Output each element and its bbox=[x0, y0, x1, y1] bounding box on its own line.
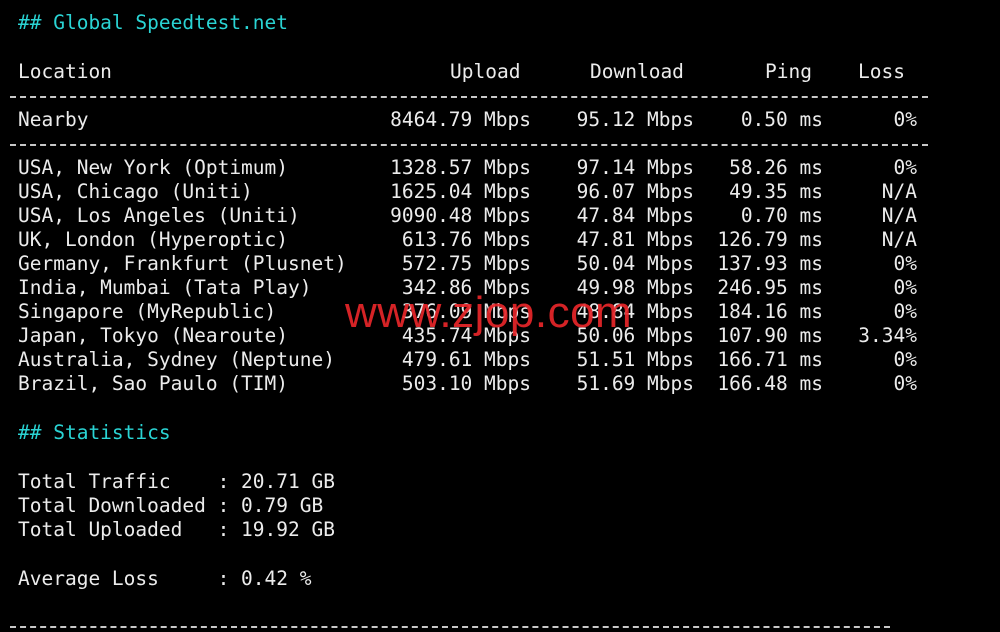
row-loss: 0% bbox=[893, 300, 917, 323]
row-upload: 9090.48 Mbps bbox=[390, 204, 531, 227]
row-location: USA, New York (Optimum) bbox=[18, 156, 289, 179]
row-ping: 107.90 ms bbox=[717, 324, 823, 347]
row-upload: 1625.04 Mbps bbox=[390, 180, 531, 203]
row-location: Japan, Tokyo (Nearoute) bbox=[18, 324, 289, 347]
row-download: 95.12 Mbps bbox=[576, 108, 694, 131]
stat-total-uploaded: Total Uploaded : 19.92 GB bbox=[18, 518, 335, 541]
row-download: 47.81 Mbps bbox=[576, 228, 694, 251]
row-location: Brazil, Sao Paulo (TIM) bbox=[18, 372, 289, 395]
row-download: 97.14 Mbps bbox=[576, 156, 694, 179]
separator-line bbox=[10, 144, 928, 148]
row-location: USA, Los Angeles (Uniti) bbox=[18, 204, 300, 227]
row-loss: 0% bbox=[893, 108, 917, 131]
statistics-heading: ## Statistics bbox=[18, 421, 171, 444]
row-loss: 0% bbox=[893, 276, 917, 299]
row-download: 96.07 Mbps bbox=[576, 180, 694, 203]
row-ping: 0.70 ms bbox=[740, 204, 823, 227]
stat-total-traffic: Total Traffic : 20.71 GB bbox=[18, 470, 335, 493]
row-location: Australia, Sydney (Neptune) bbox=[18, 348, 335, 371]
row-upload: 613.76 Mbps bbox=[401, 228, 531, 251]
row-upload: 572.75 Mbps bbox=[401, 252, 531, 275]
row-ping: 166.48 ms bbox=[717, 372, 823, 395]
stat-average-loss: Average Loss : 0.42 % bbox=[18, 567, 312, 590]
row-loss: N/A bbox=[881, 228, 917, 251]
terminal-window[interactable]: ## Global Speedtest.net Location Upload … bbox=[0, 0, 1000, 632]
row-ping: 0.50 ms bbox=[740, 108, 823, 131]
row-location: USA, Chicago (Uniti) bbox=[18, 180, 253, 203]
row-location: Germany, Frankfurt (Plusnet) bbox=[18, 252, 347, 275]
row-location: Nearby bbox=[18, 108, 89, 131]
row-ping: 184.16 ms bbox=[717, 300, 823, 323]
speedtest-heading: ## Global Speedtest.net bbox=[18, 11, 289, 34]
column-download: Download bbox=[590, 60, 684, 83]
row-ping: 126.79 ms bbox=[717, 228, 823, 251]
column-upload: Upload bbox=[450, 60, 521, 83]
row-ping: 246.95 ms bbox=[717, 276, 823, 299]
row-loss: N/A bbox=[881, 180, 917, 203]
stat-total-downloaded: Total Downloaded : 0.79 GB bbox=[18, 494, 324, 517]
column-location: Location bbox=[18, 60, 112, 83]
row-ping: 137.93 ms bbox=[717, 252, 823, 275]
row-location: UK, London (Hyperoptic) bbox=[18, 228, 289, 251]
row-download: 51.69 Mbps bbox=[576, 372, 694, 395]
separator-line bbox=[10, 96, 928, 100]
row-upload: 1328.57 Mbps bbox=[390, 156, 531, 179]
row-location: Singapore (MyRepublic) bbox=[18, 300, 277, 323]
row-upload: 503.10 Mbps bbox=[401, 372, 531, 395]
row-ping: 166.71 ms bbox=[717, 348, 823, 371]
row-ping: 49.35 ms bbox=[729, 180, 823, 203]
separator-line bbox=[10, 626, 890, 630]
row-download: 51.51 Mbps bbox=[576, 348, 694, 371]
row-upload: 8464.79 Mbps bbox=[390, 108, 531, 131]
row-loss: 0% bbox=[893, 372, 917, 395]
row-loss: 3.34% bbox=[858, 324, 917, 347]
watermark-text: www.zjop.com bbox=[345, 288, 633, 337]
row-download: 50.04 Mbps bbox=[576, 252, 694, 275]
row-loss: N/A bbox=[881, 204, 917, 227]
row-ping: 58.26 ms bbox=[729, 156, 823, 179]
row-upload: 479.61 Mbps bbox=[401, 348, 531, 371]
row-download: 47.84 Mbps bbox=[576, 204, 694, 227]
row-loss: 0% bbox=[893, 252, 917, 275]
column-loss: Loss bbox=[858, 60, 905, 83]
row-loss: 0% bbox=[893, 348, 917, 371]
column-ping: Ping bbox=[765, 60, 812, 83]
row-loss: 0% bbox=[893, 156, 917, 179]
row-location: India, Mumbai (Tata Play) bbox=[18, 276, 312, 299]
